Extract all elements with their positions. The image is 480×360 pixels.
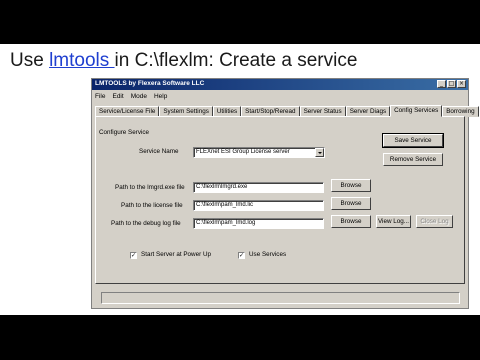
window-titlebar[interactable]: LMTOOLS by Flexera Software LLC _ □ ×	[92, 79, 468, 90]
menu-edit[interactable]: Edit	[112, 93, 123, 100]
view-log-button[interactable]: View Log...	[376, 215, 411, 228]
browse-license-button[interactable]: Browse	[331, 197, 371, 210]
config-services-panel: Configure Service Service Name FLEXnet E…	[95, 116, 465, 284]
service-name-select[interactable]: FLEXnet ESI Group License server	[193, 147, 325, 158]
slide-title-suffix: in C:\flexlm: Create a service	[114, 50, 358, 71]
lmgrd-path-input[interactable]: C:\flexlm\lmgrd.exe	[193, 182, 324, 193]
slide-title-prefix: Use	[10, 50, 50, 71]
service-name-label: Service Name	[139, 148, 179, 155]
start-server-at-power-up-checkbox[interactable]: ✓	[130, 252, 137, 259]
minimize-icon[interactable]: _	[437, 80, 446, 88]
slide-title: Use lmtools in C:\flexlm: Create a servi…	[10, 50, 357, 72]
service-name-value: FLEXnet ESI Group License server	[196, 149, 290, 155]
menu-help[interactable]: Help	[154, 93, 167, 100]
save-service-button[interactable]: Save Service	[382, 133, 444, 148]
license-path-label: Path to the license file	[121, 202, 183, 209]
use-services-checkbox[interactable]: ✓	[238, 252, 245, 259]
chevron-down-icon[interactable]	[315, 148, 324, 157]
remove-service-button[interactable]: Remove Service	[383, 153, 443, 166]
close-icon[interactable]: ×	[457, 80, 466, 88]
start-server-at-power-up-label: Start Server at Power Up	[141, 251, 211, 258]
debug-log-path-input[interactable]: C:\flexlm\pam_lmd.log	[193, 218, 324, 229]
use-services-label: Use Services	[249, 251, 287, 258]
menubar: File Edit Mode Help	[95, 93, 167, 100]
lmtools-link[interactable]: lmtools	[49, 50, 114, 71]
lmtools-window: LMTOOLS by Flexera Software LLC _ □ × Fi…	[91, 78, 479, 309]
browse-lmgrd-button[interactable]: Browse	[331, 179, 371, 192]
license-path-input[interactable]: C:\flexlm\pam_lmd.lic	[193, 200, 324, 211]
menu-file[interactable]: File	[95, 93, 105, 100]
maximize-icon[interactable]: □	[447, 80, 456, 88]
debug-log-path-label: Path to the debug log file	[111, 220, 181, 227]
close-log-button: Close Log	[416, 215, 453, 228]
lmgrd-path-label: Path to the lmgrd.exe file	[115, 184, 185, 191]
window-title: LMTOOLS by Flexera Software LLC	[95, 80, 205, 87]
configure-service-label: Configure Service	[99, 129, 150, 136]
browse-debug-log-button[interactable]: Browse	[331, 215, 371, 228]
window-controls: _ □ ×	[437, 80, 466, 88]
menu-mode[interactable]: Mode	[131, 93, 147, 100]
status-bar	[101, 292, 460, 304]
tab-config-services[interactable]: Config Services	[390, 105, 443, 117]
